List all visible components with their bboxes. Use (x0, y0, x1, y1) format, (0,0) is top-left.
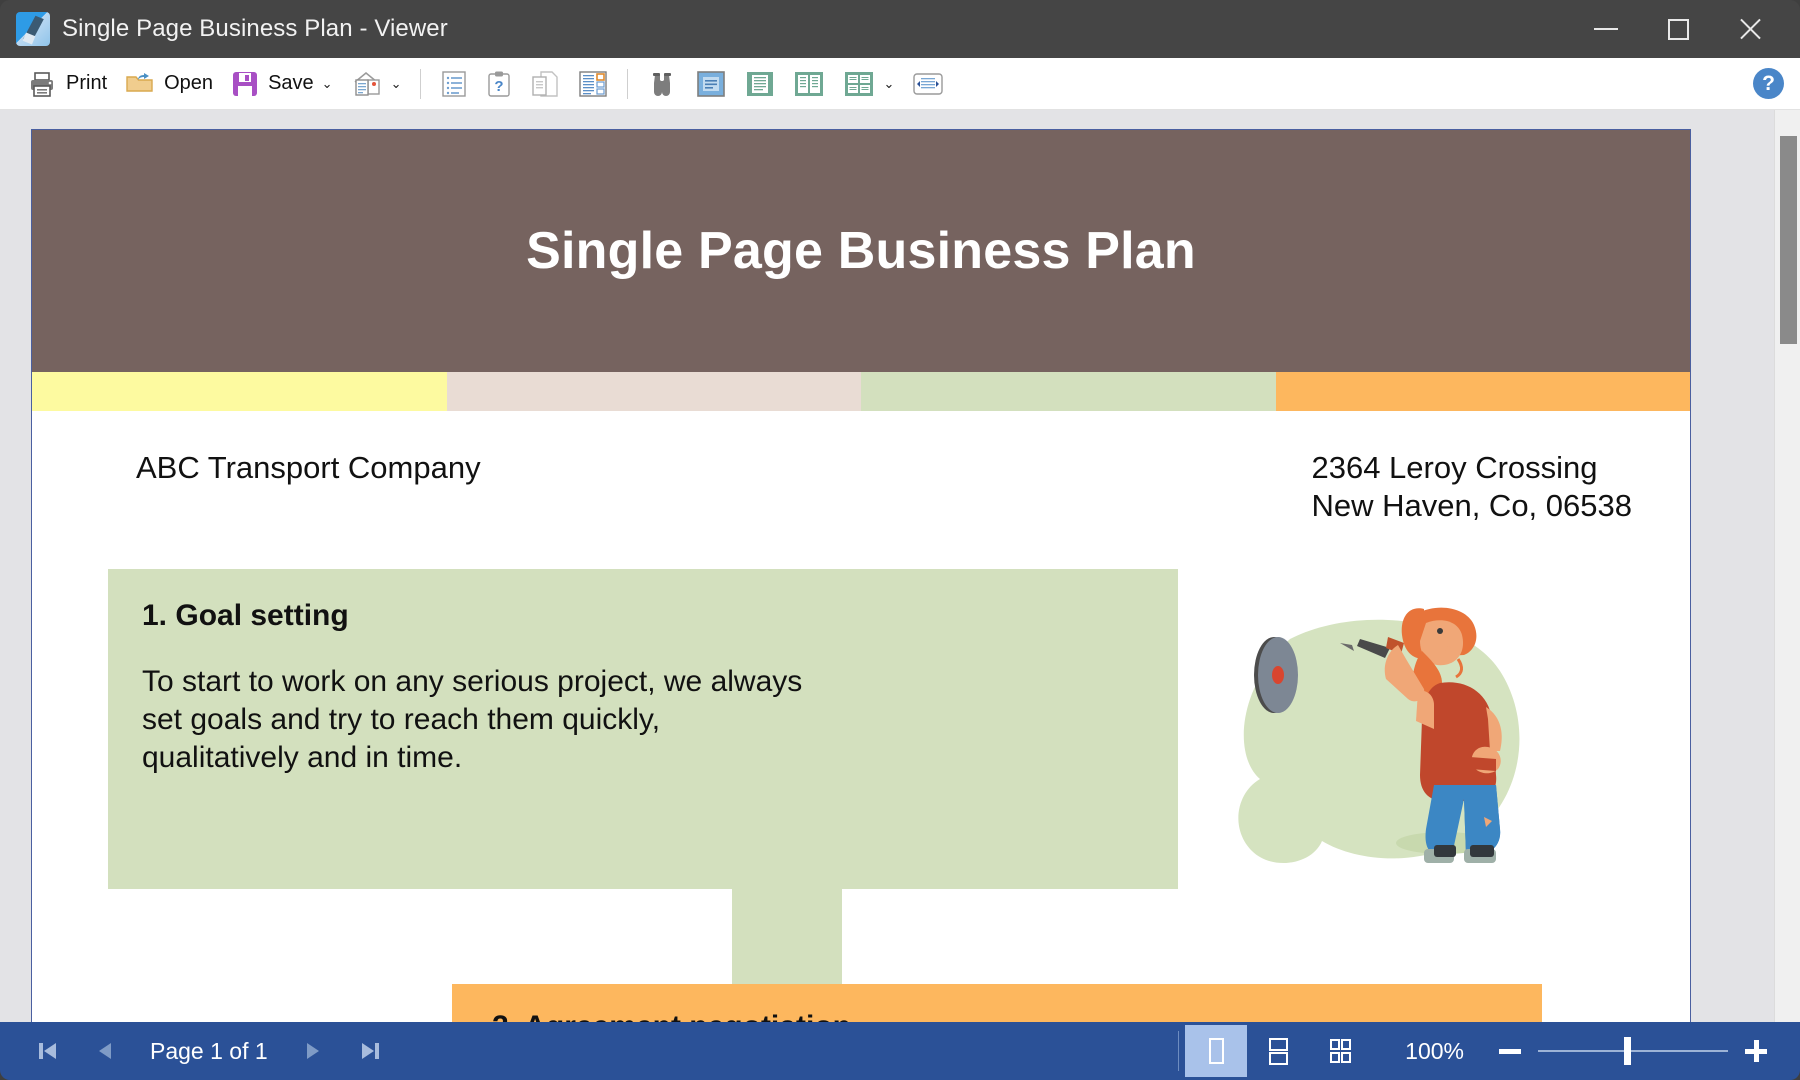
first-page-button[interactable] (18, 1026, 76, 1076)
company-name: ABC Transport Company (136, 450, 481, 485)
document-body: ABC Transport Company 2364 Leroy Crossin… (32, 411, 1690, 1022)
section-body: To start to work on any serious project,… (142, 665, 803, 774)
continuous-page-icon (745, 70, 775, 98)
color-band-2 (446, 372, 861, 411)
status-separator (1178, 1031, 1180, 1071)
chevron-down-icon[interactable]: ⌄ (391, 77, 402, 90)
save-button[interactable]: Save ⌄ (222, 63, 342, 105)
section-connector (732, 889, 842, 985)
application-window: Single Page Business Plan - Viewer Print… (0, 0, 1800, 1080)
thumbnail-pane-icon (578, 70, 608, 98)
save-label: Save (268, 72, 314, 94)
toolbar: Print Open Save ⌄ ⌄ ? ⌄ ? (0, 58, 1800, 110)
print-button[interactable]: Print (18, 63, 116, 105)
single-page-view-icon (695, 70, 727, 98)
toolbar-separator (627, 68, 629, 99)
grid-pages-icon (1330, 1039, 1352, 1063)
svg-text:?: ? (495, 78, 504, 95)
maximize-icon (1667, 18, 1689, 40)
zoom-slider-thumb[interactable] (1624, 1037, 1631, 1065)
folder-open-icon (125, 69, 155, 99)
vertical-scrollbar[interactable] (1774, 110, 1800, 1022)
view-continuous-button[interactable] (1247, 1025, 1309, 1077)
address-line-1: 2364 Leroy Crossing (1311, 450, 1598, 485)
section-heading: 2. Agreement negotiation (452, 984, 1542, 1022)
editor-app-icon (16, 12, 50, 46)
binoculars-icon (647, 70, 677, 98)
page-setup-icon (351, 69, 383, 99)
printer-icon (27, 69, 57, 99)
color-strip (32, 372, 1690, 411)
zoom-out-button[interactable] (1488, 1029, 1532, 1073)
page-indicator: Page 1 of 1 (150, 1037, 268, 1064)
two-page-view-icon (793, 70, 825, 98)
document-outline-icon (440, 70, 468, 98)
zoom-slider[interactable] (1538, 1037, 1728, 1065)
maximize-button[interactable] (1642, 0, 1714, 58)
address-line-2: New Haven, Co, 06538 (1311, 487, 1632, 523)
scrollbar-thumb[interactable] (1780, 136, 1797, 344)
section-heading: 1. Goal setting (142, 599, 349, 632)
page-setup-button[interactable]: ⌄ (342, 63, 411, 105)
find-button[interactable] (638, 63, 686, 105)
continuous-view-button[interactable] (736, 63, 784, 105)
last-page-icon (361, 1043, 379, 1059)
zoom-in-button[interactable] (1734, 1029, 1778, 1073)
section-goal-setting: 1. Goal setting To start to work on any … (108, 569, 1178, 889)
fit-width-button[interactable] (903, 63, 953, 105)
fit-width-icon (912, 71, 944, 97)
view-and-zoom-controls: 100% (1178, 1022, 1800, 1080)
previous-page-button[interactable] (76, 1026, 134, 1076)
zoom-level-label: 100% (1405, 1037, 1464, 1064)
company-header-row: ABC Transport Company 2364 Leroy Crossin… (32, 411, 1690, 525)
grid-view-button[interactable]: ⌄ (834, 63, 903, 105)
floppy-disk-icon (231, 70, 259, 98)
minimize-icon (1594, 28, 1618, 30)
toolbar-separator (420, 68, 422, 99)
first-page-icon (39, 1043, 56, 1059)
color-band-1 (32, 372, 447, 411)
color-band-3 (861, 372, 1276, 411)
properties-button[interactable]: ? (477, 63, 521, 105)
view-grid-button[interactable] (1309, 1025, 1371, 1077)
chevron-down-icon[interactable]: ⌄ (322, 77, 333, 90)
document-title: Single Page Business Plan (526, 222, 1196, 280)
man-throwing-dart-illustration (1212, 579, 1542, 879)
open-label: Open (164, 72, 214, 94)
chevron-down-icon[interactable]: ⌄ (883, 77, 894, 90)
last-page-button[interactable] (342, 1026, 400, 1076)
window-controls (1570, 0, 1800, 58)
copy-page-button[interactable] (521, 63, 569, 105)
outline-button[interactable] (431, 63, 477, 105)
document-page: Single Page Business Plan ABC Transport … (31, 129, 1691, 1022)
next-page-button[interactable] (284, 1026, 342, 1076)
minimize-button[interactable] (1570, 0, 1642, 58)
copy-page-icon (530, 70, 560, 98)
next-page-icon (306, 1043, 319, 1059)
two-page-view-button[interactable] (784, 63, 834, 105)
clipboard-question-icon: ? (486, 70, 512, 98)
single-page-icon (1209, 1038, 1225, 1064)
section-agreement-negotiation: 2. Agreement negotiation (452, 984, 1542, 1022)
close-button[interactable] (1714, 0, 1786, 58)
print-label: Print (66, 72, 108, 94)
thumbnails-pane-button[interactable] (569, 63, 617, 105)
previous-page-icon (99, 1043, 111, 1059)
zoom-controls (1488, 1029, 1800, 1073)
close-icon (1737, 16, 1763, 42)
view-single-page-button[interactable] (1185, 1025, 1248, 1077)
window-title: Single Page Business Plan - Viewer (62, 15, 448, 42)
title-bar: Single Page Business Plan - Viewer (0, 0, 1800, 58)
open-button[interactable]: Open (116, 63, 222, 105)
continuous-pages-icon (1269, 1038, 1289, 1065)
color-band-4 (1275, 372, 1690, 411)
page-navigation: Page 1 of 1 (0, 1026, 400, 1076)
status-bar: Page 1 of 1 100% (0, 1022, 1800, 1080)
single-page-view-button[interactable] (686, 63, 736, 105)
document-banner: Single Page Business Plan (32, 130, 1690, 372)
grid-view-icon (843, 70, 875, 98)
document-viewer: Single Page Business Plan ABC Transport … (0, 110, 1800, 1022)
help-button[interactable]: ? (1753, 68, 1784, 99)
company-address: 2364 Leroy Crossing New Haven, Co, 06538 (1311, 449, 1632, 525)
